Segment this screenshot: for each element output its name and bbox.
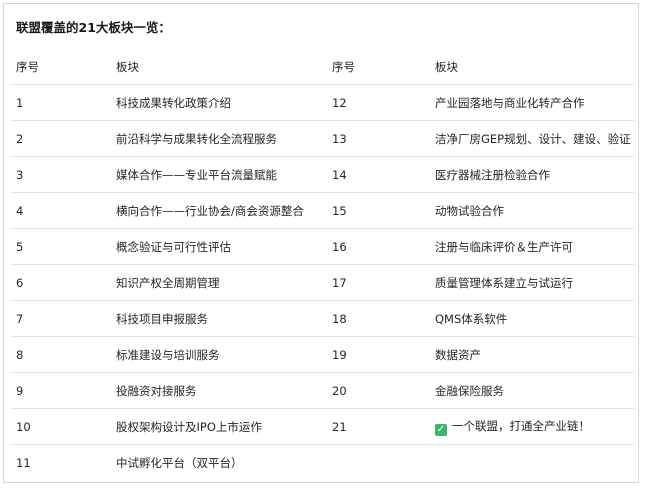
right-section-name: 产业园落地与商业化转产合作 bbox=[430, 84, 635, 121]
left-number: 6 bbox=[11, 264, 111, 301]
right-section-name bbox=[430, 445, 635, 481]
left-section-name: 投融资对接服务 bbox=[111, 372, 327, 409]
left-number: 4 bbox=[11, 192, 111, 229]
left-number: 11 bbox=[16, 455, 31, 470]
right-number: 20 bbox=[327, 372, 430, 409]
right-section-name: 动物试验合作 bbox=[430, 192, 635, 229]
left-section-name: 横向合作——行业协会/商会资源整合 bbox=[111, 192, 327, 229]
left-section-name: 中试孵化平台（双平台） bbox=[116, 455, 243, 470]
right-number: 21 bbox=[327, 408, 430, 445]
left-number: 1 bbox=[11, 84, 111, 121]
left-section-name: 概念验证与可行性评估 bbox=[111, 228, 327, 265]
left-number: 2 bbox=[11, 120, 111, 157]
right-number: 13 bbox=[327, 120, 430, 157]
right-section-name: 注册与临床评价＆生产许可 bbox=[430, 228, 635, 265]
left-number: 5 bbox=[11, 228, 111, 265]
check-mark-icon: ✓ bbox=[435, 423, 447, 436]
right-number: 17 bbox=[327, 264, 430, 301]
table-row: 3 媒体合作——专业平台流量赋能 14 医疗器械注册检验合作 bbox=[11, 156, 635, 193]
right-number: 19 bbox=[327, 336, 430, 373]
header-right-number: 序号 bbox=[327, 49, 430, 85]
table-row: 10 股权架构设计及IPO上市运作 21 ✓ 一个联盟，打通全产业链！ bbox=[11, 408, 635, 445]
left-section-name: 科技成果转化政策介绍 bbox=[111, 84, 327, 121]
right-number: 16 bbox=[327, 228, 430, 265]
left-section-name: 股权架构设计及IPO上市运作 bbox=[111, 408, 327, 445]
right-section-name: 数据资产 bbox=[430, 336, 635, 373]
right-number: 15 bbox=[327, 192, 430, 229]
left-number: 9 bbox=[11, 372, 111, 409]
left-number: 3 bbox=[11, 156, 111, 193]
right-section-name: QMS体系软件 bbox=[430, 300, 635, 337]
left-number: 8 bbox=[11, 336, 111, 373]
left-number: 7 bbox=[11, 300, 111, 337]
right-number: 14 bbox=[327, 156, 430, 193]
page-title: 联盟覆盖的21大板块一览： bbox=[16, 20, 171, 35]
table-row: 5 概念验证与可行性评估 16 注册与临床评价＆生产许可 bbox=[11, 228, 635, 265]
left-section-name: 标准建设与培训服务 bbox=[111, 336, 327, 373]
table-header-row: 序号 板块 序号 板块 bbox=[11, 49, 635, 85]
left-section-name: 科技项目申报服务 bbox=[111, 300, 327, 337]
right-section-name: 医疗器械注册检验合作 bbox=[430, 156, 635, 193]
left-section-name: 前沿科学与成果转化全流程服务 bbox=[111, 120, 327, 157]
right-section-name: 洁净厂房GEP规划、设计、建设、验证 bbox=[430, 120, 635, 157]
header-right-section: 板块 bbox=[430, 49, 635, 85]
right-section-name: 金融保险服务 bbox=[430, 372, 635, 409]
header-left-number: 序号 bbox=[11, 49, 111, 85]
right-section-name: ✓ 一个联盟，打通全产业链！ bbox=[430, 408, 635, 445]
left-section-name: 知识产权全周期管理 bbox=[111, 264, 327, 301]
table-row: 2 前沿科学与成果转化全流程服务 13 洁净厂房GEP规划、设计、建设、验证 bbox=[11, 120, 635, 157]
table-row: 6 知识产权全周期管理 17 质量管理体系建立与试运行 bbox=[11, 264, 635, 301]
right-number: 18 bbox=[327, 300, 430, 337]
right-section-name: 质量管理体系建立与试运行 bbox=[430, 264, 635, 301]
right-number: 12 bbox=[327, 84, 430, 121]
left-number: 10 bbox=[11, 408, 111, 445]
table-row: 9 投融资对接服务 20 金融保险服务 bbox=[11, 372, 635, 409]
left-section-name: 媒体合作——专业平台流量赋能 bbox=[111, 156, 327, 193]
slogan-text: 一个联盟，打通全产业链！ bbox=[452, 418, 590, 433]
table-row: 8 标准建设与培训服务 19 数据资产 bbox=[11, 336, 635, 373]
table-row: 7 科技项目申报服务 18 QMS体系软件 bbox=[11, 300, 635, 337]
table-row: 11 中试孵化平台（双平台） bbox=[11, 445, 635, 481]
table-row: 1 科技成果转化政策介绍 12 产业园落地与商业化转产合作 bbox=[11, 84, 635, 121]
right-number bbox=[327, 445, 430, 481]
sections-table: 序号 板块 序号 板块 1 科技成果转化政策介绍 12 产业园落地与商业化转产合… bbox=[11, 49, 635, 480]
content-panel: 联盟覆盖的21大板块一览： 序号 板块 序号 板块 1 科技成果转化政策介绍 1… bbox=[3, 3, 639, 483]
header-left-section: 板块 bbox=[111, 49, 327, 85]
table-row: 4 横向合作——行业协会/商会资源整合 15 动物试验合作 bbox=[11, 192, 635, 229]
